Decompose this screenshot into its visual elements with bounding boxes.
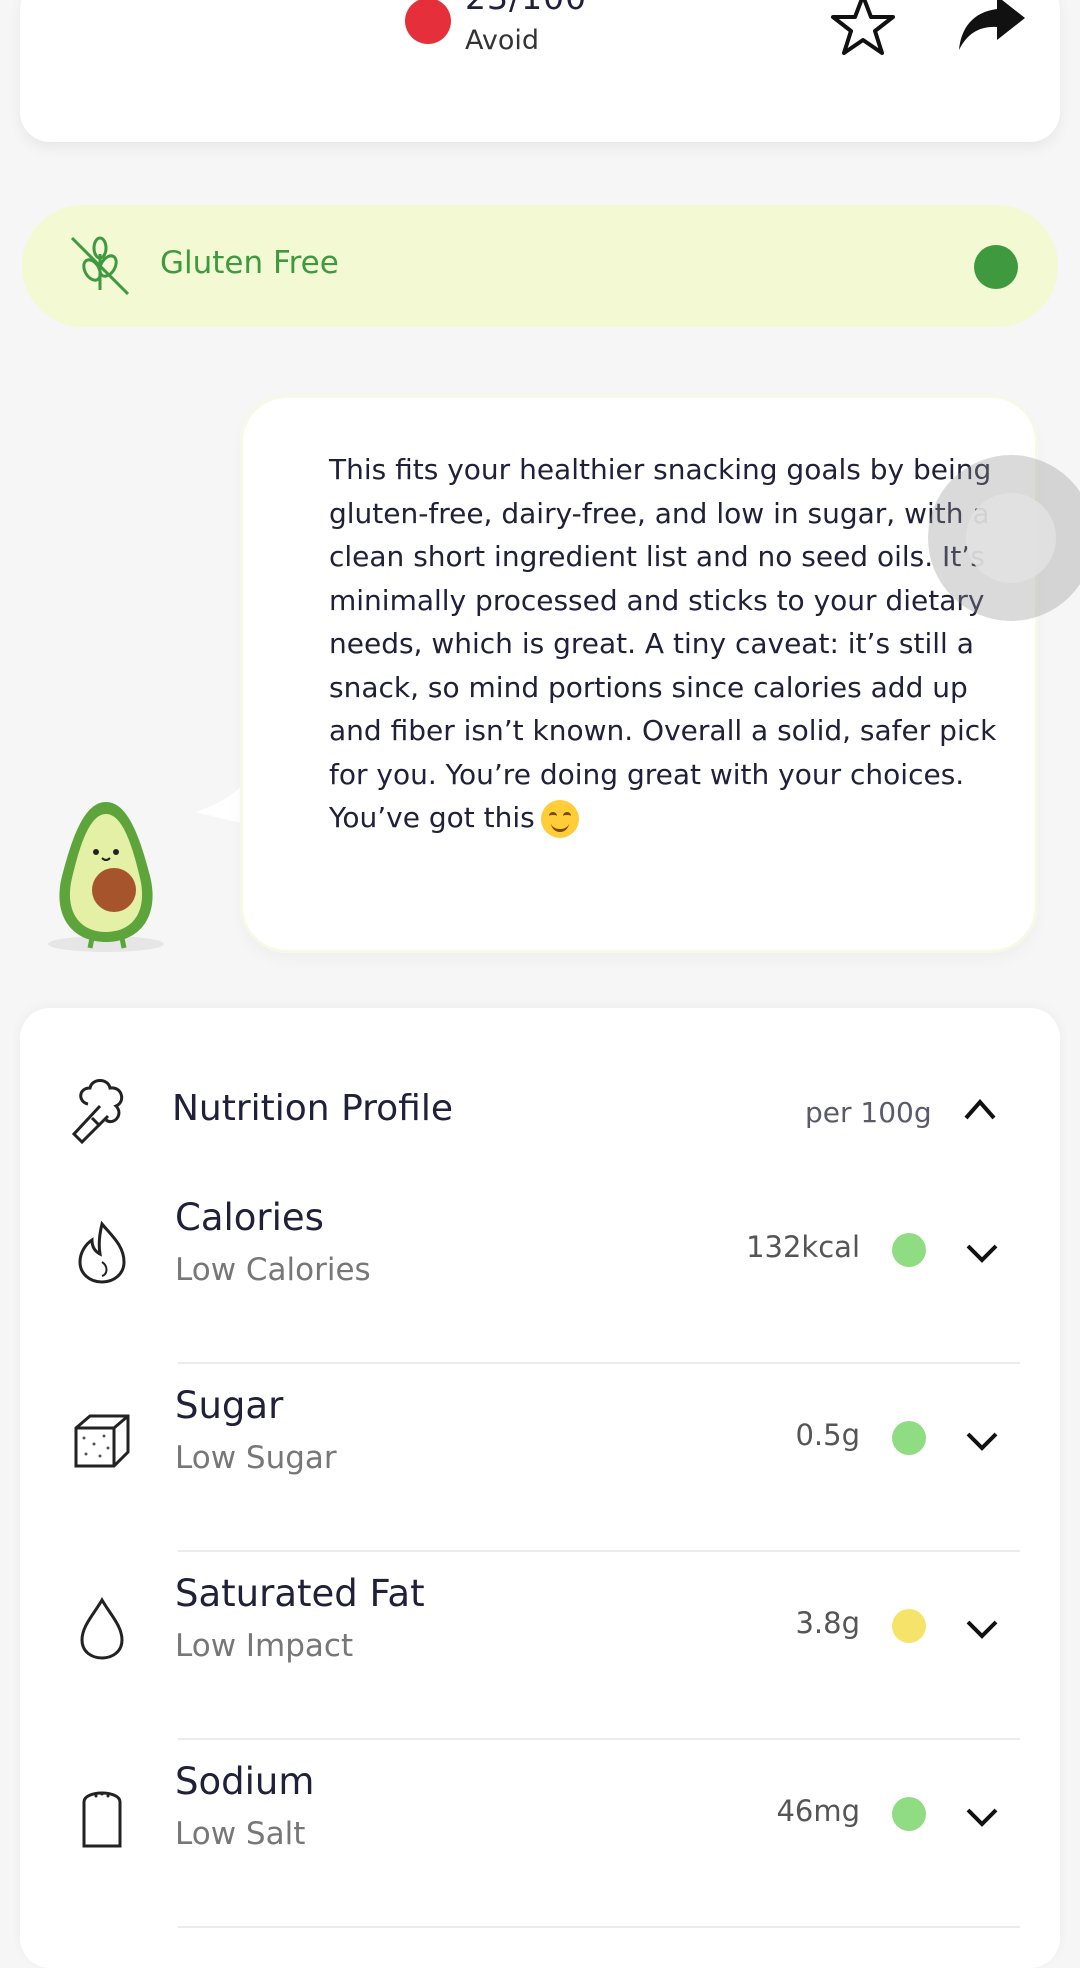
nutrient-value: 46mg — [776, 1794, 860, 1828]
score-card: 23/100 Avoid — [20, 0, 1060, 142]
nutrient-status-dot — [892, 1421, 926, 1455]
assistant-message-text: This fits your healthier snacking goals … — [329, 453, 997, 834]
nutrition-row-sodium[interactable]: Sodium Low Salt 46mg — [20, 1740, 1060, 1928]
touch-indicator — [928, 455, 1080, 621]
nutrition-profile-card: Nutrition Profile per 100g Calories Low … — [20, 1008, 1060, 1968]
gluten-free-badge: Gluten Free — [22, 205, 1058, 327]
nutrition-row-saturated-fat[interactable]: Saturated Fat Low Impact 3.8g — [20, 1552, 1060, 1740]
nutrition-profile-title: Nutrition Profile — [172, 1088, 454, 1129]
score-value: 23/100 — [465, 0, 587, 17]
nutrient-status-dot — [892, 1797, 926, 1831]
assistant-message: This fits your healthier snacking goals … — [329, 448, 1019, 840]
nutrient-name: Sugar — [175, 1384, 284, 1427]
nutrient-value: 3.8g — [795, 1606, 860, 1640]
assistant-message-bubble: This fits your healthier snacking goals … — [243, 398, 1035, 950]
nutrient-level: Low Salt — [175, 1816, 306, 1852]
score-status-dot — [405, 0, 451, 44]
flame-icon — [78, 1220, 126, 1284]
chevron-down-icon[interactable] — [964, 1804, 1000, 1830]
chevron-down-icon[interactable] — [964, 1616, 1000, 1642]
star-icon[interactable] — [828, 0, 898, 60]
row-divider — [178, 1926, 1020, 1928]
nutrition-row-sugar[interactable]: Sugar Low Sugar 0.5g — [20, 1364, 1060, 1552]
nutrient-level: Low Impact — [175, 1628, 354, 1664]
nutrition-row-calories[interactable]: Calories Low Calories 132kcal — [20, 1176, 1060, 1364]
nutrient-level: Low Calories — [175, 1252, 371, 1288]
nutrient-name: Saturated Fat — [175, 1572, 425, 1615]
nutrient-status-dot — [892, 1609, 926, 1643]
score-label: Avoid — [465, 25, 540, 56]
nutrient-name: Calories — [175, 1196, 324, 1239]
nutrient-value: 132kcal — [746, 1230, 860, 1264]
sugar-cube-icon — [74, 1414, 130, 1468]
chevron-down-icon[interactable] — [964, 1428, 1000, 1454]
avocado-mascot-icon — [48, 802, 164, 952]
smiling-face-icon — [540, 800, 579, 838]
drop-icon — [80, 1596, 124, 1660]
nutrition-per-unit: per 100g — [805, 1096, 932, 1129]
nutrient-value: 0.5g — [795, 1418, 860, 1452]
nutrient-status-dot — [892, 1233, 926, 1267]
salt-shaker-icon — [82, 1791, 122, 1848]
nutrient-level: Low Sugar — [175, 1440, 337, 1476]
gluten-status-dot — [974, 245, 1018, 289]
share-arrow-icon[interactable] — [955, 0, 1027, 58]
no-wheat-icon — [70, 236, 130, 296]
chevron-down-icon[interactable] — [964, 1240, 1000, 1266]
broccoli-icon — [71, 1079, 124, 1145]
chevron-up-icon[interactable] — [960, 1094, 1000, 1124]
gluten-free-label: Gluten Free — [160, 245, 339, 281]
nutrient-name: Sodium — [175, 1760, 315, 1803]
